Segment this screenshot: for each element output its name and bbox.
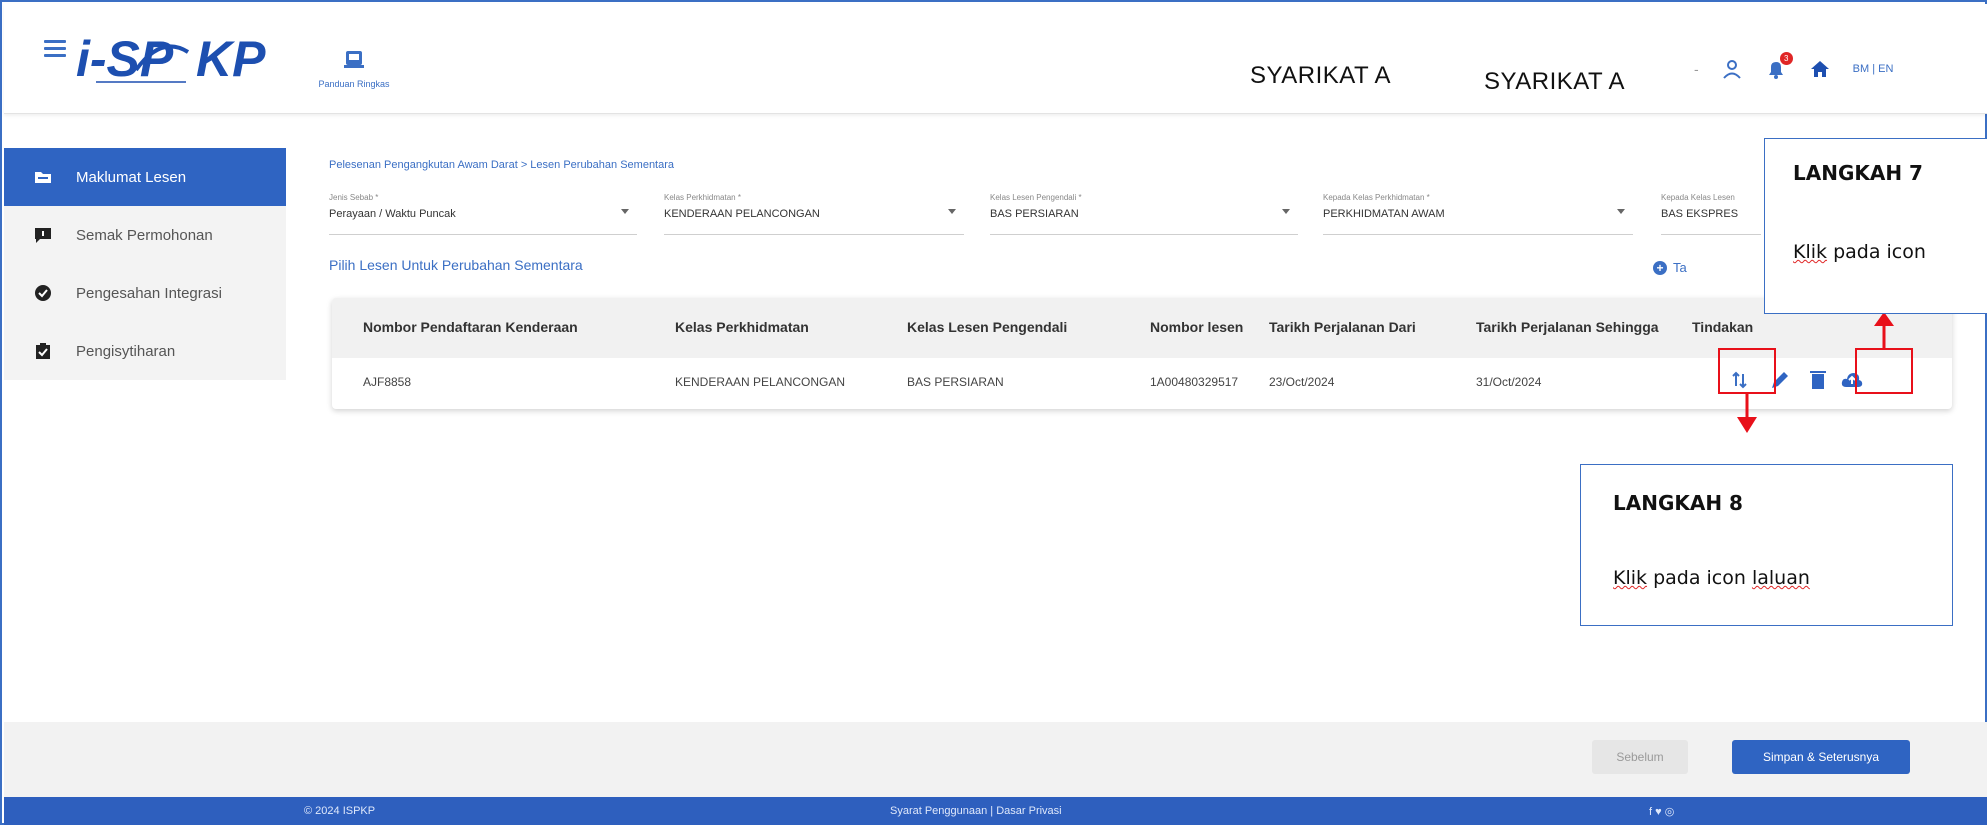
section-title: Pilih Lesen Untuk Perubahan Sementara <box>329 257 583 273</box>
sidebar-item-label: Pengisytiharan <box>76 342 176 360</box>
sidebar-item-label: Pengesahan Integrasi <box>76 284 222 302</box>
col-header: Kelas Lesen Pengendali <box>907 319 1068 335</box>
sidebar-item-pengisytiharan[interactable]: Pengisytiharan <box>4 322 286 380</box>
step7-title: LANGKAH 7 <box>1793 161 1923 185</box>
footer: © 2024 ISPKP Syarat Penggunaan | Dasar P… <box>4 797 1987 825</box>
add-link-label: Ta <box>1673 260 1687 275</box>
ispkp-logo: i-SP KP <box>76 31 266 87</box>
guide-label: Panduan Ringkas <box>318 79 390 89</box>
col-header: Tindakan <box>1692 319 1754 335</box>
jenis-sebab-select[interactable]: Jenis Sebab * Perayaan / Waktu Puncak <box>329 191 637 235</box>
footer-copyright: © 2024 ISPKP <box>304 805 376 817</box>
svg-text:i-SP: i-SP <box>76 31 174 87</box>
table-cell: 1A00480329517 <box>1150 375 1239 389</box>
step7-text-word: Klik <box>1793 241 1828 263</box>
col-header: Tarikh Perjalanan Dari <box>1269 319 1416 335</box>
user-profile-icon[interactable] <box>1721 58 1743 80</box>
step8-callout: LANGKAH 8 Klik pada icon laluan <box>1580 464 1953 626</box>
footer-social-icons[interactable]: f ♥ ◎ <box>1649 805 1674 818</box>
add-license-button[interactable]: + Ta <box>1653 260 1687 275</box>
notification-bell-icon[interactable]: 3 <box>1765 52 1793 80</box>
quick-guide-button[interactable]: Panduan Ringkas <box>314 50 394 89</box>
sidebar-item-label: Semak Permohonan <box>76 226 213 244</box>
step8-title: LANGKAH 8 <box>1613 491 1743 515</box>
plus-circle-icon: + <box>1653 260 1667 275</box>
home-icon[interactable] <box>1809 58 1831 80</box>
field-value: PERKHIDMATAN AWAM <box>1323 208 1445 220</box>
bottom-action-bar: Sebelum Simpan & Seterusnya <box>4 722 1987 797</box>
language-switch[interactable]: BM | EN <box>1853 63 1894 75</box>
save-and-next-button[interactable]: Simpan & Seterusnya <box>1732 740 1910 774</box>
step8-text: Klik pada icon laluan <box>1613 567 1810 589</box>
arrow-up-to-step7 <box>1874 312 1894 350</box>
app-frame: i-SP KP Panduan Ringkas SYARIKAT A SYARI… <box>0 0 1987 825</box>
sidebar-item-maklumat-lesen[interactable]: Maklumat Lesen <box>4 148 286 206</box>
sidebar-item-pengesahan-integrasi[interactable]: Pengesahan Integrasi <box>4 264 286 322</box>
table-cell: BAS PERSIARAN <box>907 375 1004 389</box>
step7-callout: LANGKAH 7 Klik pada icon <box>1764 138 1987 314</box>
sidebar-item-label: Maklumat Lesen <box>76 168 187 186</box>
field-label: Kelas Lesen Pengendali * <box>990 193 1082 202</box>
table-cell: 31/Oct/2024 <box>1476 375 1542 389</box>
field-label: Jenis Sebab * <box>329 193 379 202</box>
arrow-down-to-step8 <box>1737 393 1757 433</box>
filter-row: Jenis Sebab * Perayaan / Waktu Puncak Ke… <box>329 191 1987 235</box>
kelas-perkhidmatan-select[interactable]: Kelas Perkhidmatan * KENDERAAN PELANCONG… <box>664 191 964 235</box>
previous-button[interactable]: Sebelum <box>1592 740 1688 774</box>
step8-text-word: Klik <box>1613 567 1648 589</box>
step7-text-rest: pada icon <box>1827 241 1926 263</box>
highlight-route-action <box>1718 348 1776 394</box>
col-header: Tarikh Perjalanan Sehingga <box>1476 319 1659 335</box>
field-label: Kepada Kelas Perkhidmatan * <box>1323 193 1430 202</box>
guide-book-icon <box>344 51 364 68</box>
chat-icon <box>35 228 51 243</box>
step8-text-mid: pada icon <box>1647 567 1752 589</box>
table-cell: 23/Oct/2024 <box>1269 375 1335 389</box>
clipboard-icon <box>36 343 50 359</box>
chevron-down-icon <box>1282 209 1290 214</box>
kelas-lesen-pengendali-select[interactable]: Kelas Lesen Pengendali * BAS PERSIARAN <box>990 191 1298 235</box>
field-value: Perayaan / Waktu Puncak <box>329 208 456 220</box>
kepada-kelas-lesen-select[interactable]: Kepada Kelas Lesen BAS EKSPRES <box>1661 191 1761 235</box>
highlight-upload-action <box>1855 348 1913 394</box>
company-name-secondary: SYARIKAT A <box>1484 68 1626 95</box>
company-name-primary: SYARIKAT A <box>1250 62 1392 89</box>
field-label: Kelas Perkhidmatan * <box>664 193 741 202</box>
notification-count-badge: 3 <box>1779 52 1793 65</box>
step7-text: Klik pada icon <box>1793 241 1926 263</box>
chevron-down-icon <box>1617 209 1625 214</box>
table-cell: AJF8858 <box>363 375 412 389</box>
field-value: BAS EKSPRES <box>1661 208 1739 220</box>
step8-text-word2: laluan <box>1751 567 1810 589</box>
svg-text:KP: KP <box>196 31 266 87</box>
breadcrumb[interactable]: Pelesenan Pengangkutan Awam Darat > Lese… <box>329 159 674 171</box>
field-value: BAS PERSIARAN <box>990 208 1079 220</box>
separator: - <box>1694 61 1699 77</box>
license-table: Nombor Pendaftaran Kenderaan Kelas Perkh… <box>332 298 1952 409</box>
col-header: Nombor lesen <box>1150 319 1244 335</box>
hamburger-menu-icon[interactable] <box>44 40 66 57</box>
chevron-down-icon <box>948 209 956 214</box>
field-value: KENDERAAN PELANCONGAN <box>664 208 820 220</box>
footer-links[interactable]: Syarat Penggunaan | Dasar Privasi <box>890 805 1062 817</box>
delete-icon[interactable] <box>1806 368 1830 392</box>
col-header: Kelas Perkhidmatan <box>675 319 809 335</box>
check-badge-icon <box>35 285 51 301</box>
chevron-down-icon <box>621 209 629 214</box>
table-cell: KENDERAAN PELANCONGAN <box>675 375 846 389</box>
folder-icon <box>35 172 51 183</box>
kepada-kelas-perkhidmatan-select[interactable]: Kepada Kelas Perkhidmatan * PERKHIDMATAN… <box>1323 191 1633 235</box>
top-header: i-SP KP Panduan Ringkas SYARIKAT A SYARI… <box>4 4 1987 114</box>
header-icons: - 3 BM | EN <box>1694 52 1894 84</box>
sidebar-item-semak-permohonan[interactable]: Semak Permohonan <box>4 206 286 264</box>
field-label: Kepada Kelas Lesen <box>1661 193 1735 202</box>
sidebar: Maklumat Lesen Semak Permohonan Pengesah… <box>4 148 286 380</box>
col-header: Nombor Pendaftaran Kenderaan <box>363 319 578 335</box>
